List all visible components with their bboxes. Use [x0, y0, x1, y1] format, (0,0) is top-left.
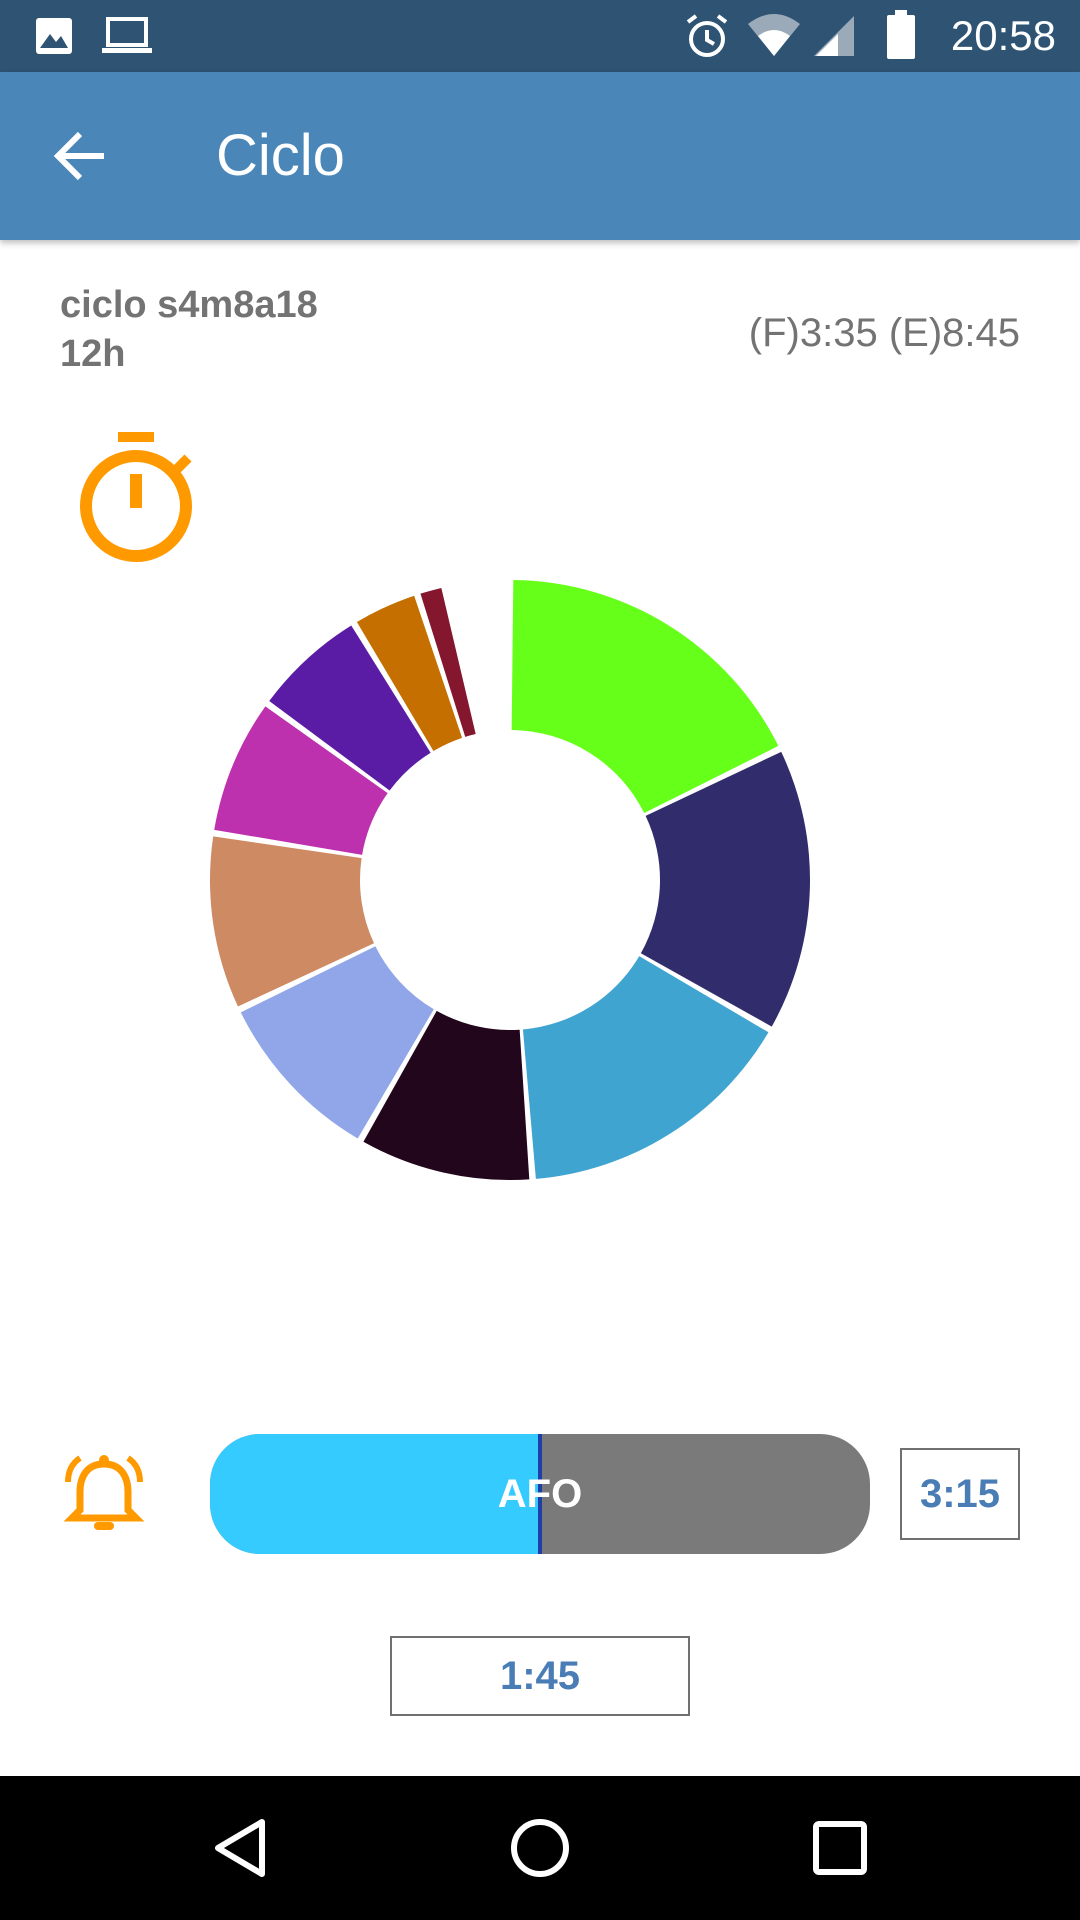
signal-icon [814, 16, 854, 56]
image-icon [36, 18, 72, 54]
app-bar: Ciclo [0, 72, 1080, 240]
phase-progress-bar[interactable]: AFO [210, 1434, 870, 1554]
cycle-duration: 12h [60, 333, 126, 375]
bell-icon[interactable] [58, 1452, 150, 1538]
elapsed-time-box[interactable]: 1:45 [390, 1636, 690, 1716]
nav-bar [0, 1776, 1080, 1920]
arrow-left-icon[interactable] [48, 124, 120, 188]
battery-icon [887, 10, 915, 59]
cycle-times: (F)3:35 (E)8:45 [748, 311, 1020, 355]
progress-label: AFO [497, 1472, 583, 1516]
recents-square-icon[interactable] [800, 1808, 880, 1888]
cycle-name: ciclo s4m8a18 [60, 284, 318, 326]
remaining-time-box[interactable]: 3:15 [900, 1448, 1020, 1540]
stopwatch-icon[interactable] [76, 430, 196, 570]
home-circle-icon[interactable] [500, 1808, 580, 1888]
cycle-donut-chart [210, 580, 810, 1180]
status-bar: 20:58 [0, 0, 1080, 72]
wifi-icon [748, 14, 800, 56]
back-triangle-icon[interactable] [200, 1808, 280, 1888]
page-title: Ciclo [216, 123, 345, 188]
status-time: 20:58 [950, 12, 1056, 59]
laptop-icon [102, 17, 152, 53]
alarm-icon [686, 14, 728, 57]
